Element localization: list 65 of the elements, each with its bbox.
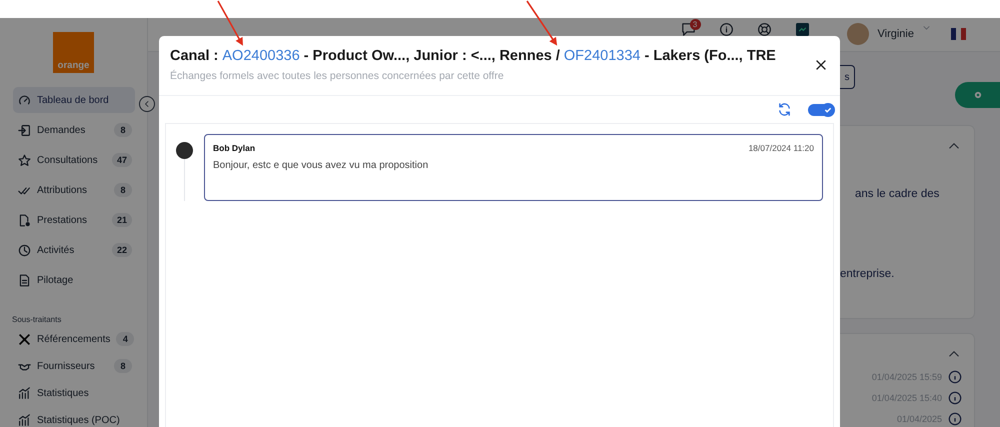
login-icon (18, 124, 31, 136)
document-icon (18, 274, 31, 286)
sidebar-item[interactable]: Pilotage (13, 267, 135, 293)
info-button[interactable] (948, 370, 962, 384)
info-icon (948, 391, 962, 405)
settings-icon (972, 90, 982, 100)
network-icon (18, 332, 31, 346)
count-badge: 8 (114, 183, 132, 197)
notification-button[interactable] (682, 23, 694, 36)
collapse-button[interactable] (139, 96, 155, 112)
sidebar-item[interactable]: Demandes 8 (13, 117, 135, 143)
sidebar-item[interactable]: Fournisseurs 8 (13, 353, 135, 379)
info-icon (948, 370, 962, 384)
info-icon (720, 23, 732, 36)
refresh-button[interactable] (777, 102, 792, 117)
close-button[interactable] (814, 58, 828, 72)
annotation-arrow (526, 0, 558, 46)
refresh-icon (777, 102, 792, 117)
sidebar-item[interactable]: Statistiques (POC) (13, 407, 135, 427)
notification-badge: 3 (690, 19, 700, 30)
count-badge: 8 (114, 123, 132, 137)
star-icon (18, 154, 31, 166)
sidebar-item[interactable]: Référencements 4 (13, 326, 135, 352)
count-badge: 8 (114, 359, 132, 373)
sidebar-item[interactable]: Prestations 21 (13, 207, 135, 233)
count-badge: 22 (112, 243, 132, 257)
sidebar-item[interactable]: Attributions 8 (13, 177, 135, 203)
user-menu[interactable]: Virginie (878, 23, 914, 45)
count-badge: 21 (112, 213, 132, 227)
modal-subtitle: Échanges formels avec toutes les personnes concernées par cette offre (170, 70, 505, 82)
chart-icon (18, 386, 31, 400)
outline-button[interactable]: s (840, 65, 855, 89)
id-link[interactable]: OF2401334 (564, 48, 640, 64)
close-icon (814, 58, 828, 72)
count-badge: 4 (116, 332, 134, 346)
annotation-arrow (217, 0, 243, 46)
clock-icon (18, 244, 31, 256)
app-button[interactable] (796, 23, 808, 36)
lifebuoy-button[interactable] (758, 23, 770, 36)
message-time: 18/07/2024 11:20 (748, 143, 814, 153)
id-link[interactable]: AO2400336 (222, 48, 300, 64)
count-badge: 47 (112, 153, 132, 167)
info-icon (948, 412, 962, 426)
france-flag-icon (951, 28, 966, 40)
card-text: ans le cadre des (855, 188, 940, 200)
chart-icon (18, 414, 31, 426)
lifebuoy-icon (758, 23, 770, 36)
chat-icon (682, 23, 694, 36)
message-text: Bonjour, estc e que vous avez vu ma proposition (213, 160, 430, 171)
avatar (176, 142, 193, 159)
sidebar-item[interactable]: Statistiques (13, 380, 135, 406)
toggle-switch[interactable] (808, 104, 834, 116)
card-text: entreprise. (840, 268, 894, 280)
sidebar-item[interactable]: Activités 22 (13, 237, 135, 263)
section-title: Sous-traitants (12, 315, 62, 324)
info-button[interactable] (720, 23, 732, 36)
sidebar-item[interactable]: Tableau de bord (13, 87, 135, 113)
modal-title: Canal : AO2400336 - Product Ow..., Junior : <..., Rennes / OF2401334 - Lakers (Fo..., TRE (170, 48, 777, 64)
chevron-left-icon (143, 100, 151, 108)
message-author: Bob Dylan (213, 143, 256, 153)
sidebar-item[interactable]: Consultations 47 (13, 147, 135, 173)
app-icon (796, 23, 808, 36)
info-button[interactable] (948, 412, 962, 426)
info-button[interactable] (948, 391, 962, 405)
gauge-icon (18, 94, 31, 106)
